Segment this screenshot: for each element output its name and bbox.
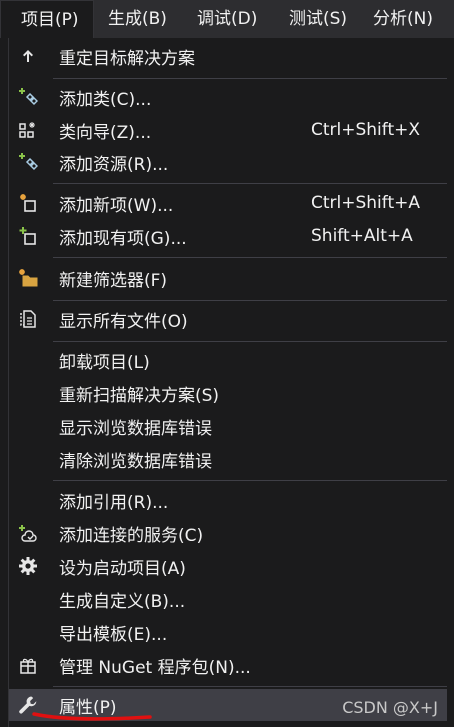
menu-item-manage-nuget-packages[interactable]: 管理 NuGet 程序包(N)...	[9, 649, 447, 681]
menu-item-class-wizard[interactable]: 类向导(Z)... Ctrl+Shift+X	[9, 114, 447, 146]
menu-item-shortcut: Ctrl+Shift+X	[311, 120, 421, 140]
menu-separator	[53, 480, 447, 481]
menu-item-label: 生成自定义(B)...	[59, 591, 186, 612]
menu-item-show-browse-db-errors[interactable]: 显示浏览数据库错误	[9, 410, 447, 442]
menu-item-label: 清除浏览数据库错误	[59, 451, 212, 472]
menu-item-shortcut: Shift+Alt+A	[311, 226, 413, 246]
connected-service-icon	[16, 521, 40, 545]
menu-separator	[53, 183, 447, 184]
menu-item-new-filter[interactable]: 新建筛选器(F)	[9, 262, 447, 294]
menu-debug[interactable]: 调试(D)	[191, 0, 283, 38]
menu-item-label: 卸载项目(L)	[59, 352, 150, 373]
menu-item-label: 导出模板(E)...	[59, 624, 168, 645]
menu-item-add-connected-service[interactable]: 添加连接的服务(C)	[9, 517, 447, 549]
class-wizard-icon	[16, 118, 40, 142]
menu-item-clear-browse-db-errors[interactable]: 清除浏览数据库错误	[9, 443, 447, 475]
menu-item-label: 添加连接的服务(C)	[59, 525, 204, 546]
add-class-icon	[16, 85, 40, 109]
menu-item-add-existing-item[interactable]: 添加现有项(G)... Shift+Alt+A	[9, 220, 447, 252]
menu-item-add-new-item[interactable]: 添加新项(W)... Ctrl+Shift+A	[9, 187, 447, 219]
menu-separator	[53, 341, 447, 342]
menu-item-add-reference[interactable]: 添加引用(R)...	[9, 484, 447, 516]
menu-bar: 项目(P) 生成(B) 调试(D) 测试(S) 分析(N)	[0, 0, 454, 38]
nuget-package-icon	[16, 653, 40, 677]
menu-item-unload-project[interactable]: 卸载项目(L)	[9, 344, 447, 376]
menu-item-label: 添加现有项(G)...	[59, 228, 187, 249]
menu-separator	[53, 78, 447, 79]
show-all-files-icon	[16, 307, 40, 331]
menu-item-label: 添加新项(W)...	[59, 195, 174, 216]
menu-separator	[53, 686, 447, 687]
menu-item-add-class[interactable]: 添加类(C)...	[9, 81, 447, 113]
menu-separator	[53, 300, 447, 301]
menu-item-label: 添加资源(R)...	[59, 154, 169, 175]
menu-build[interactable]: 生成(B)	[94, 0, 191, 38]
gear-icon	[16, 554, 40, 578]
menu-item-add-resource[interactable]: 添加资源(R)...	[9, 146, 447, 178]
add-existing-item-icon	[16, 224, 40, 248]
red-underline-annotation	[32, 712, 152, 721]
menu-item-rescan-solution[interactable]: 重新扫描解决方案(S)	[9, 377, 447, 409]
add-resource-icon	[16, 150, 40, 174]
menu-item-label: 重新扫描解决方案(S)	[59, 385, 220, 406]
menu-item-label: 显示所有文件(O)	[59, 311, 188, 332]
arrow-up-icon	[16, 44, 40, 68]
menu-item-build-customizations[interactable]: 生成自定义(B)...	[9, 583, 447, 615]
menu-item-shortcut: Ctrl+Shift+A	[311, 193, 421, 213]
menu-item-label: 添加类(C)...	[59, 89, 152, 110]
add-new-item-icon	[16, 191, 40, 215]
menu-analyze[interactable]: 分析(N)	[373, 0, 453, 38]
menu-item-label: 添加引用(R)...	[59, 492, 169, 513]
new-filter-folder-icon	[16, 266, 40, 290]
menu-item-retarget-solution[interactable]: 重定目标解决方案	[9, 40, 447, 72]
menu-item-label: 显示浏览数据库错误	[59, 418, 212, 439]
menu-item-label: 重定目标解决方案	[59, 48, 195, 69]
menu-test[interactable]: 测试(S)	[283, 0, 373, 38]
menu-item-label: 管理 NuGet 程序包(N)...	[59, 657, 251, 678]
project-dropdown-menu: 重定目标解决方案 添加类(C)... 类向导(Z)... Ctrl+Shift+…	[8, 38, 454, 727]
menu-item-label: 新建筛选器(F)	[59, 270, 168, 291]
menu-item-export-template[interactable]: 导出模板(E)...	[9, 616, 447, 648]
watermark: CSDN @X+J	[342, 698, 438, 717]
menu-item-label: 设为启动项目(A)	[59, 558, 186, 579]
menu-item-label: 类向导(Z)...	[59, 122, 152, 143]
menu-project[interactable]: 项目(P)	[0, 0, 94, 38]
menu-separator	[53, 257, 447, 258]
menu-item-show-all-files[interactable]: 显示所有文件(O)	[9, 303, 447, 335]
menu-item-set-startup-project[interactable]: 设为启动项目(A)	[9, 550, 447, 582]
